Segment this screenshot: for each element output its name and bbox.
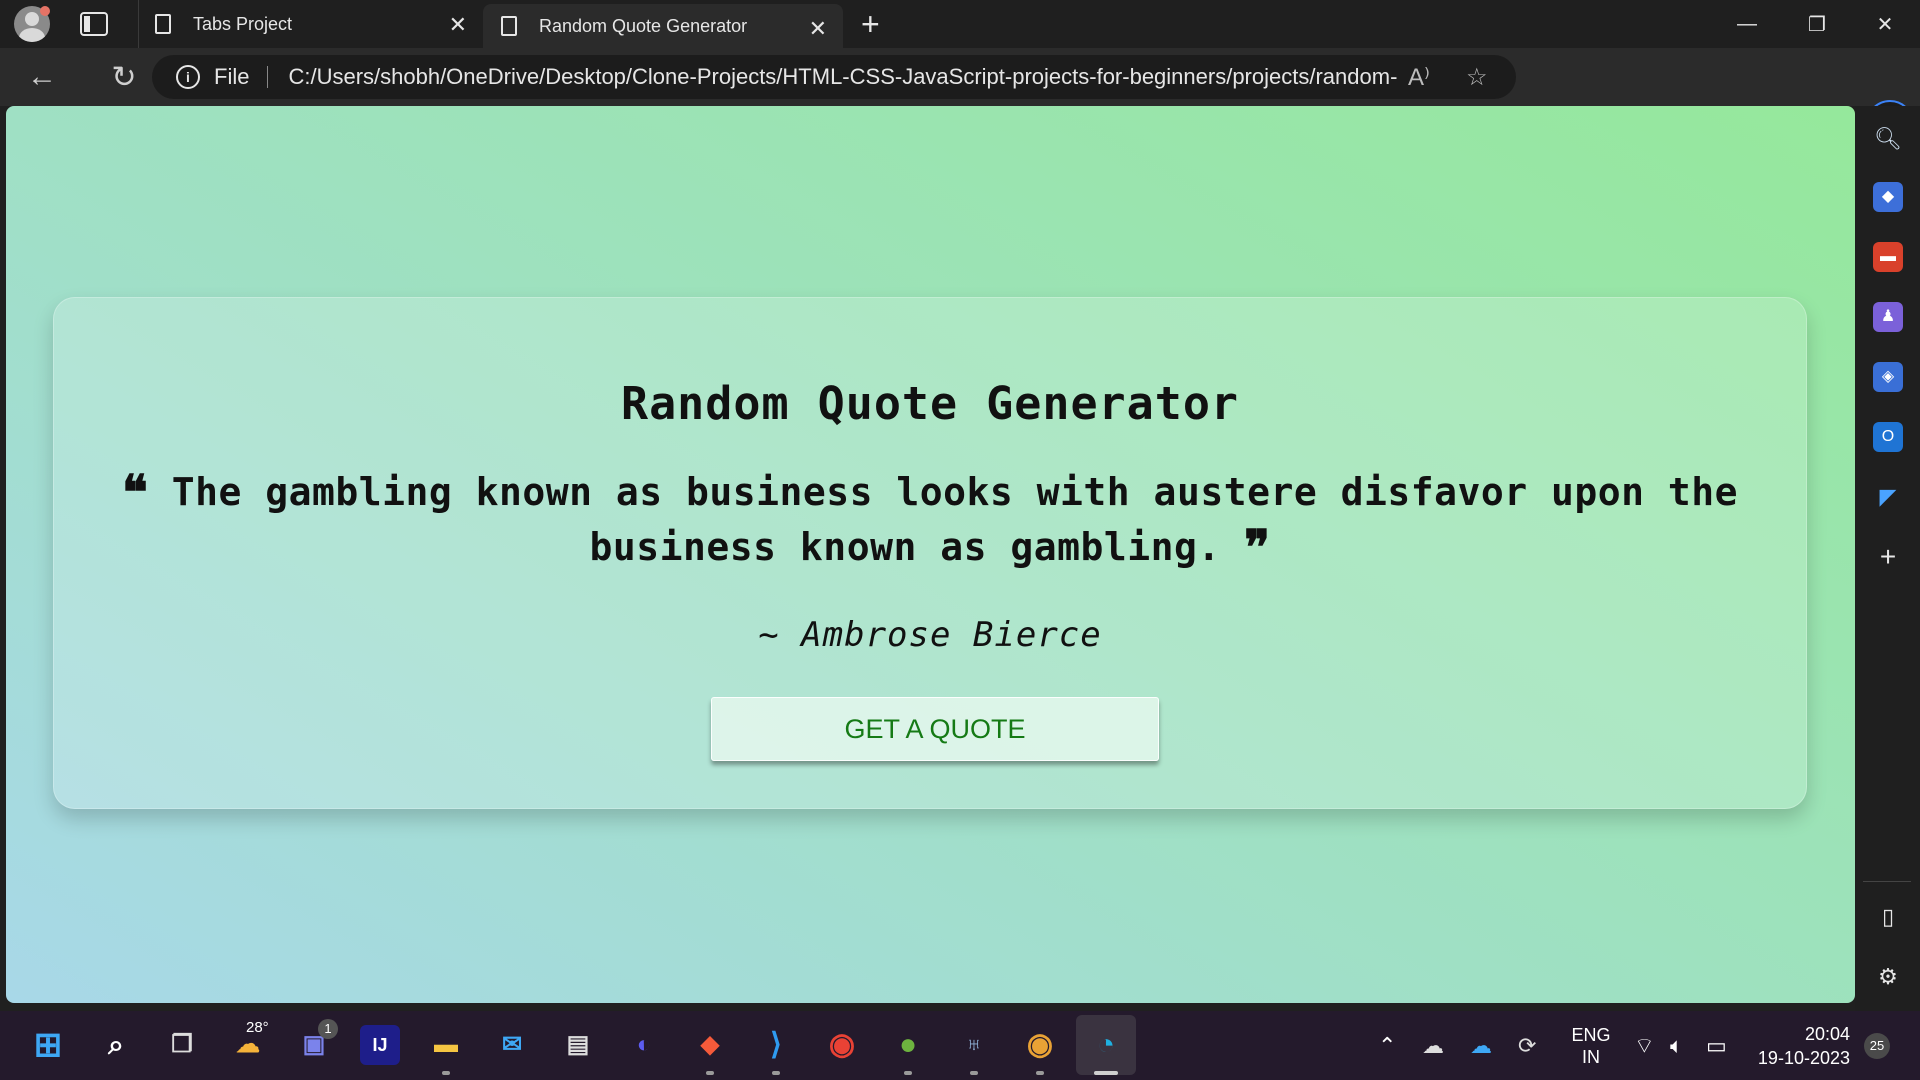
tab-random-quote-generator[interactable]: Random Quote Generator ✕ — [483, 4, 843, 48]
edge-icon[interactable]: ◔ — [1086, 1025, 1126, 1065]
windows-taskbar: ⊞ ⌕ ❐ ☁ 28° ▣ 1 IJ ▬ ✉ ▤ ◐ ◆ ⟩ ◉ ● ♅ ◉ ◔… — [0, 1011, 1920, 1080]
running-indicator — [1036, 1071, 1044, 1075]
clock[interactable]: 20:04 19-10-2023 — [1754, 1011, 1850, 1080]
url-text[interactable]: C:/Users/shobh/OneDrive/Desktop/Clone-Pr… — [288, 64, 1398, 90]
tab-title: Tabs Project — [193, 13, 293, 34]
running-indicator — [970, 1071, 978, 1075]
running-indicator — [904, 1071, 912, 1075]
tools-icon[interactable]: ▬ — [1873, 242, 1903, 272]
close-icon[interactable]: ✕ — [449, 12, 467, 38]
settings-gear-icon[interactable]: ⚙ — [1873, 962, 1903, 992]
restore-button[interactable]: ❐ — [1782, 0, 1852, 48]
page-viewport: Random Quote Generator ❝ The gambling kn… — [6, 106, 1855, 1003]
close-window-button[interactable]: ✕ — [1850, 0, 1920, 48]
close-icon[interactable]: ✕ — [809, 16, 827, 42]
games-icon[interactable]: ♟ — [1873, 302, 1903, 332]
tab-tabs-project[interactable]: Tabs Project ✕ — [138, 0, 483, 48]
shopping-tag-icon[interactable]: ◆ — [1873, 182, 1903, 212]
running-indicator — [772, 1071, 780, 1075]
divider — [1863, 881, 1911, 882]
refresh-icon[interactable]: ↻ — [98, 60, 150, 95]
page-icon — [155, 14, 171, 34]
spring-tools-icon[interactable]: ● — [888, 1025, 928, 1065]
cloud-sync-icon[interactable]: ☁ — [1422, 1011, 1444, 1080]
add-icon[interactable]: + — [1873, 542, 1903, 572]
minimize-button[interactable]: — — [1712, 0, 1782, 48]
favorite-star-icon[interactable]: ☆ — [1466, 63, 1488, 92]
eclipse-icon[interactable]: ◐ — [624, 1025, 664, 1065]
open-quote-icon: ❝ — [121, 465, 149, 521]
close-quote-icon: ❞ — [1244, 520, 1271, 576]
postgresql-icon[interactable]: ♅ — [954, 1025, 994, 1065]
file-explorer-icon[interactable]: ▬ — [426, 1025, 466, 1065]
onedrive-icon[interactable]: ☁ — [1470, 1011, 1492, 1080]
quote-text: The gambling known as business looks wit… — [171, 470, 1739, 569]
chrome-profile-icon[interactable]: ◉ — [1020, 1025, 1060, 1065]
new-tab-button[interactable]: + — [861, 6, 880, 43]
drop-icon[interactable]: ◤ — [1873, 482, 1903, 512]
quote-card: Random Quote Generator ❝ The gambling kn… — [53, 297, 1807, 809]
hide-sidebar-icon[interactable]: ▯ — [1873, 902, 1903, 932]
intellij-icon[interactable]: IJ — [360, 1025, 400, 1065]
divider — [267, 66, 269, 88]
update-sync-icon[interactable]: ⟳ — [1518, 1011, 1536, 1080]
info-icon[interactable]: i — [176, 65, 200, 89]
terminal-icon[interactable]: ▤ — [558, 1025, 598, 1065]
scheme-label: File — [214, 64, 250, 89]
chrome-icon[interactable]: ◉ — [822, 1025, 862, 1065]
search-icon[interactable]: 🔍︎ — [1873, 124, 1903, 154]
windows-start-icon[interactable]: ⊞ — [28, 1025, 68, 1065]
language-code: ENG — [1571, 1024, 1611, 1045]
profile-notification-dot — [40, 6, 50, 16]
active-indicator — [1094, 1071, 1118, 1075]
search-icon[interactable]: ⌕ — [96, 1025, 136, 1065]
notification-count-badge[interactable]: 25 — [1864, 1033, 1890, 1059]
running-indicator — [706, 1071, 714, 1075]
clock-date: 19-10-2023 — [1757, 1047, 1850, 1068]
git-icon[interactable]: ◆ — [690, 1025, 730, 1065]
running-indicator — [442, 1071, 450, 1075]
edge-sidebar: 🔍︎ ◆ ▬ ♟ ◈ O ◤ + ▯ ⚙ — [1855, 106, 1920, 1011]
vscode-icon[interactable]: ⟩ — [756, 1025, 796, 1065]
task-view-icon[interactable]: ❐ — [162, 1025, 202, 1065]
clock-time: 20:04 — [1804, 1023, 1850, 1044]
navigation-bar: ← ↻ i File C:/Users/shobh/OneDrive/Deskt… — [0, 48, 1920, 148]
back-arrow-icon[interactable]: ← — [16, 60, 68, 94]
quote-author: ~ Ambrose Bierce — [758, 615, 1102, 655]
page-title: Random Quote Generator — [620, 377, 1240, 430]
read-aloud-icon[interactable]: A⁾ — [1408, 63, 1430, 92]
outlook-icon[interactable]: O — [1873, 422, 1903, 452]
show-hidden-icons-chevron-icon[interactable]: ⌃ — [1378, 1011, 1396, 1080]
language-indicator[interactable]: ENG IN — [1570, 1011, 1612, 1080]
teams-badge: 1 — [318, 1019, 338, 1039]
weather-temperature: 28° — [246, 1019, 269, 1036]
tab-actions-icon[interactable] — [80, 12, 108, 36]
browser-titlebar: Tabs Project ✕ Random Quote Generator ✕ … — [0, 0, 1920, 48]
wifi-icon[interactable]: ⌔ — [1634, 1011, 1655, 1080]
address-bar[interactable]: i File C:/Users/shobh/OneDrive/Desktop/C… — [152, 55, 1516, 99]
page-icon — [501, 16, 517, 36]
quote-block: ❝ The gambling known as business looks w… — [103, 465, 1757, 575]
region-code: IN — [1582, 1046, 1600, 1067]
tab-title: Random Quote Generator — [539, 15, 748, 36]
mail-icon[interactable]: ✉ — [492, 1025, 532, 1065]
microsoft-365-icon[interactable]: ◈ — [1873, 362, 1903, 392]
battery-icon[interactable]: ▭ — [1706, 1011, 1727, 1080]
volume-icon[interactable]: 🔈︎ — [1670, 1011, 1683, 1080]
get-quote-button[interactable]: GET A QUOTE — [711, 697, 1159, 761]
